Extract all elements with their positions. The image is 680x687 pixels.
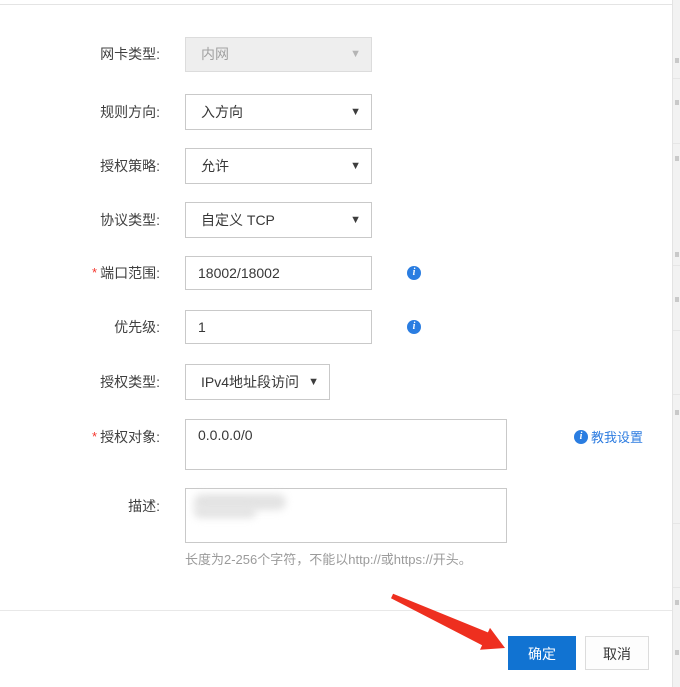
auth-type-label: 授权类型: <box>0 364 160 400</box>
auth-type-value: IPv4地址段访问 <box>201 374 299 390</box>
auth-type-select[interactable]: IPv4地址段访问 ▼ <box>185 364 330 400</box>
chevron-down-icon: ▼ <box>350 203 361 237</box>
cancel-button[interactable]: 取消 <box>585 636 649 670</box>
required-asterisk: * <box>92 265 97 280</box>
protocol-type-select[interactable]: 自定义 TCP ▼ <box>185 202 372 238</box>
protocol-type-label: 协议类型: <box>0 202 160 238</box>
rule-direction-select[interactable]: 入方向 ▼ <box>185 94 372 130</box>
chevron-down-icon: ▼ <box>350 95 361 129</box>
rule-direction-label: 规则方向: <box>0 94 160 130</box>
priority-input[interactable] <box>185 310 372 344</box>
description-label: 描述: <box>0 494 160 518</box>
auth-policy-label: 授权策略: <box>0 148 160 184</box>
description-hint: 长度为2-256个字符，不能以http://或https://开头。 <box>185 549 472 568</box>
port-range-input[interactable] <box>185 256 372 290</box>
nic-type-value: 内网 <box>201 46 229 62</box>
confirm-button[interactable]: 确定 <box>508 636 576 670</box>
info-icon[interactable]: i <box>407 320 421 334</box>
chevron-down-icon: ▼ <box>350 149 361 183</box>
description-textarea[interactable] <box>185 488 507 543</box>
auth-policy-select[interactable]: 允许 ▼ <box>185 148 372 184</box>
chevron-down-icon: ▼ <box>308 365 319 399</box>
nic-type-select: 内网 ▼ <box>185 37 372 72</box>
info-icon[interactable]: i <box>574 430 588 444</box>
auth-object-label: *授权对象: <box>0 425 160 450</box>
port-range-label: *端口范围: <box>0 256 160 291</box>
priority-label: 优先级: <box>0 310 160 344</box>
security-group-rule-dialog: 网卡类型: 内网 ▼ 规则方向: 入方向 ▼ 授权策略: 允许 ▼ 协议类型: … <box>0 0 680 687</box>
required-asterisk: * <box>92 429 97 444</box>
top-divider <box>0 4 680 5</box>
auth-policy-value: 允许 <box>201 158 229 174</box>
protocol-type-value: 自定义 TCP <box>201 212 275 228</box>
chevron-down-icon: ▼ <box>350 38 361 71</box>
background-page-edge <box>672 0 680 687</box>
footer-divider <box>0 610 672 611</box>
rule-direction-value: 入方向 <box>201 104 243 120</box>
auth-object-textarea[interactable]: 0.0.0.0/0 <box>185 419 507 470</box>
teach-me-setup-link[interactable]: 教我设置 <box>591 430 643 445</box>
info-icon[interactable]: i <box>407 266 421 280</box>
nic-type-label: 网卡类型: <box>0 37 160 72</box>
